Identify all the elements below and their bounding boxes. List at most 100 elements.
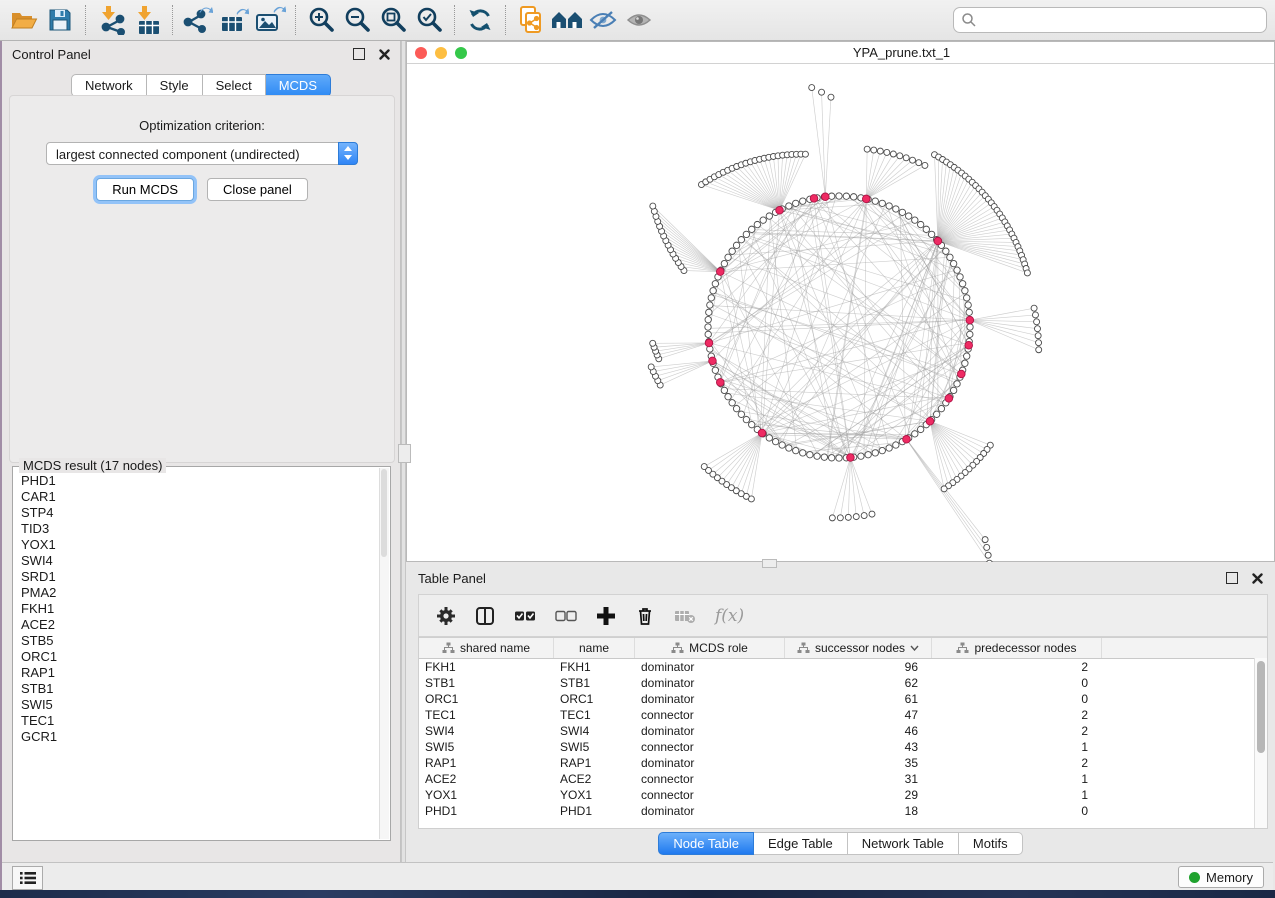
network-node[interactable] [1034,326,1040,332]
network-node[interactable] [912,217,918,223]
table-row[interactable]: FKH1FKH1dominator962 [419,659,1267,675]
result-node-item[interactable]: TEC1 [21,713,390,729]
result-node-item[interactable]: GCR1 [21,729,390,745]
network-node[interactable] [725,393,731,399]
network-node[interactable] [800,198,806,204]
tab-style[interactable]: Style [147,74,203,97]
network-node[interactable] [877,148,883,154]
mcds-node[interactable] [926,417,934,425]
network-node[interactable] [829,515,835,521]
table-settings-icon[interactable] [436,606,456,626]
network-node[interactable] [712,367,718,373]
result-node-item[interactable]: PHD1 [21,473,390,489]
mcds-node[interactable] [709,357,717,365]
network-node[interactable] [872,198,878,204]
network-node[interactable] [899,209,905,215]
network-node[interactable] [721,387,727,393]
mcds-result-list[interactable]: PHD1CAR1STP4TID3YOX1SWI4SRD1PMA2FKH1ACE2… [13,467,390,745]
network-node[interactable] [893,206,899,212]
network-node[interactable] [985,552,991,558]
clone-network-button[interactable] [513,4,549,36]
network-node[interactable] [917,426,923,432]
network-node[interactable] [962,360,968,366]
export-network-button[interactable] [180,4,216,36]
result-node-item[interactable]: STB1 [21,681,390,697]
tab-motifs[interactable]: Motifs [959,832,1023,855]
mcds-node[interactable] [705,339,713,347]
network-node[interactable] [836,193,842,199]
column-header-MCDS-role[interactable]: MCDS role [635,638,785,658]
network-node[interactable] [733,405,739,411]
result-node-item[interactable]: CAR1 [21,489,390,505]
network-node[interactable] [1036,340,1042,346]
network-node[interactable] [1036,347,1042,353]
zoom-selected-button[interactable] [411,4,447,36]
mcds-node[interactable] [903,435,911,443]
network-node[interactable] [650,340,656,346]
network-node[interactable] [893,442,899,448]
network-node[interactable] [729,400,735,406]
result-node-item[interactable]: SWI5 [21,697,390,713]
network-node[interactable] [821,454,827,460]
network-node[interactable] [1034,319,1040,325]
import-network-button[interactable] [93,4,129,36]
mcds-node[interactable] [810,195,818,203]
network-node[interactable] [837,515,843,521]
network-node[interactable] [916,160,922,166]
result-node-item[interactable]: ORC1 [21,649,390,665]
close-panel-icon[interactable] [1252,573,1263,584]
mcds-node[interactable] [966,316,974,324]
table-row[interactable]: STB1STB1dominator620 [419,675,1267,691]
float-window-icon[interactable] [353,48,365,60]
network-node[interactable] [793,200,799,206]
horizontal-splitter-handle[interactable] [762,559,777,568]
network-node[interactable] [865,452,871,458]
network-node[interactable] [959,281,965,287]
network-node[interactable] [705,331,711,337]
close-panel-button[interactable]: Close panel [207,178,308,201]
table-row[interactable]: PHD1PHD1dominator180 [419,803,1267,819]
network-node[interactable] [760,217,766,223]
tab-network-table[interactable]: Network Table [848,832,959,855]
network-node[interactable] [957,274,963,280]
network-node[interactable] [869,511,875,517]
network-node[interactable] [1024,270,1030,276]
mcds-node[interactable] [957,370,965,378]
tab-network[interactable]: Network [71,74,147,97]
result-node-item[interactable]: RAP1 [21,665,390,681]
column-header-predecessor-nodes[interactable]: predecessor nodes [932,638,1102,658]
network-node[interactable] [871,147,877,153]
network-node[interactable] [879,447,885,453]
table-row[interactable]: RAP1RAP1dominator352 [419,755,1267,771]
network-node[interactable] [864,146,870,152]
zoom-out-button[interactable] [339,4,375,36]
table-scrollbar[interactable] [1254,658,1267,828]
network-node[interactable] [802,151,808,157]
mcds-node[interactable] [716,268,724,276]
network-window-titlebar[interactable]: YPA_prune.txt_1 [407,42,1274,64]
close-panel-icon[interactable] [379,49,390,60]
network-node[interactable] [964,353,970,359]
network-node[interactable] [766,435,772,441]
delete-column-icon[interactable] [635,606,655,626]
network-node[interactable] [749,226,755,232]
export-table-button[interactable] [216,4,252,36]
task-history-button[interactable] [12,866,43,890]
result-node-item[interactable]: SRD1 [21,569,390,585]
network-node[interactable] [1035,333,1041,339]
network-node[interactable] [725,254,731,260]
network-overview-button[interactable] [549,4,585,36]
table-row[interactable]: TEC1TEC1connector472 [419,707,1267,723]
network-node[interactable] [712,281,718,287]
network-node[interactable] [861,513,867,519]
network-node[interactable] [786,445,792,451]
tab-mcds[interactable]: MCDS [266,74,331,97]
network-node[interactable] [705,324,711,330]
network-node[interactable] [967,331,973,337]
show-all-button[interactable] [621,4,657,36]
network-node[interactable] [705,316,711,322]
network-node[interactable] [721,260,727,266]
network-node[interactable] [807,452,813,458]
table-row[interactable]: SWI5SWI5connector431 [419,739,1267,755]
network-node[interactable] [905,213,911,219]
